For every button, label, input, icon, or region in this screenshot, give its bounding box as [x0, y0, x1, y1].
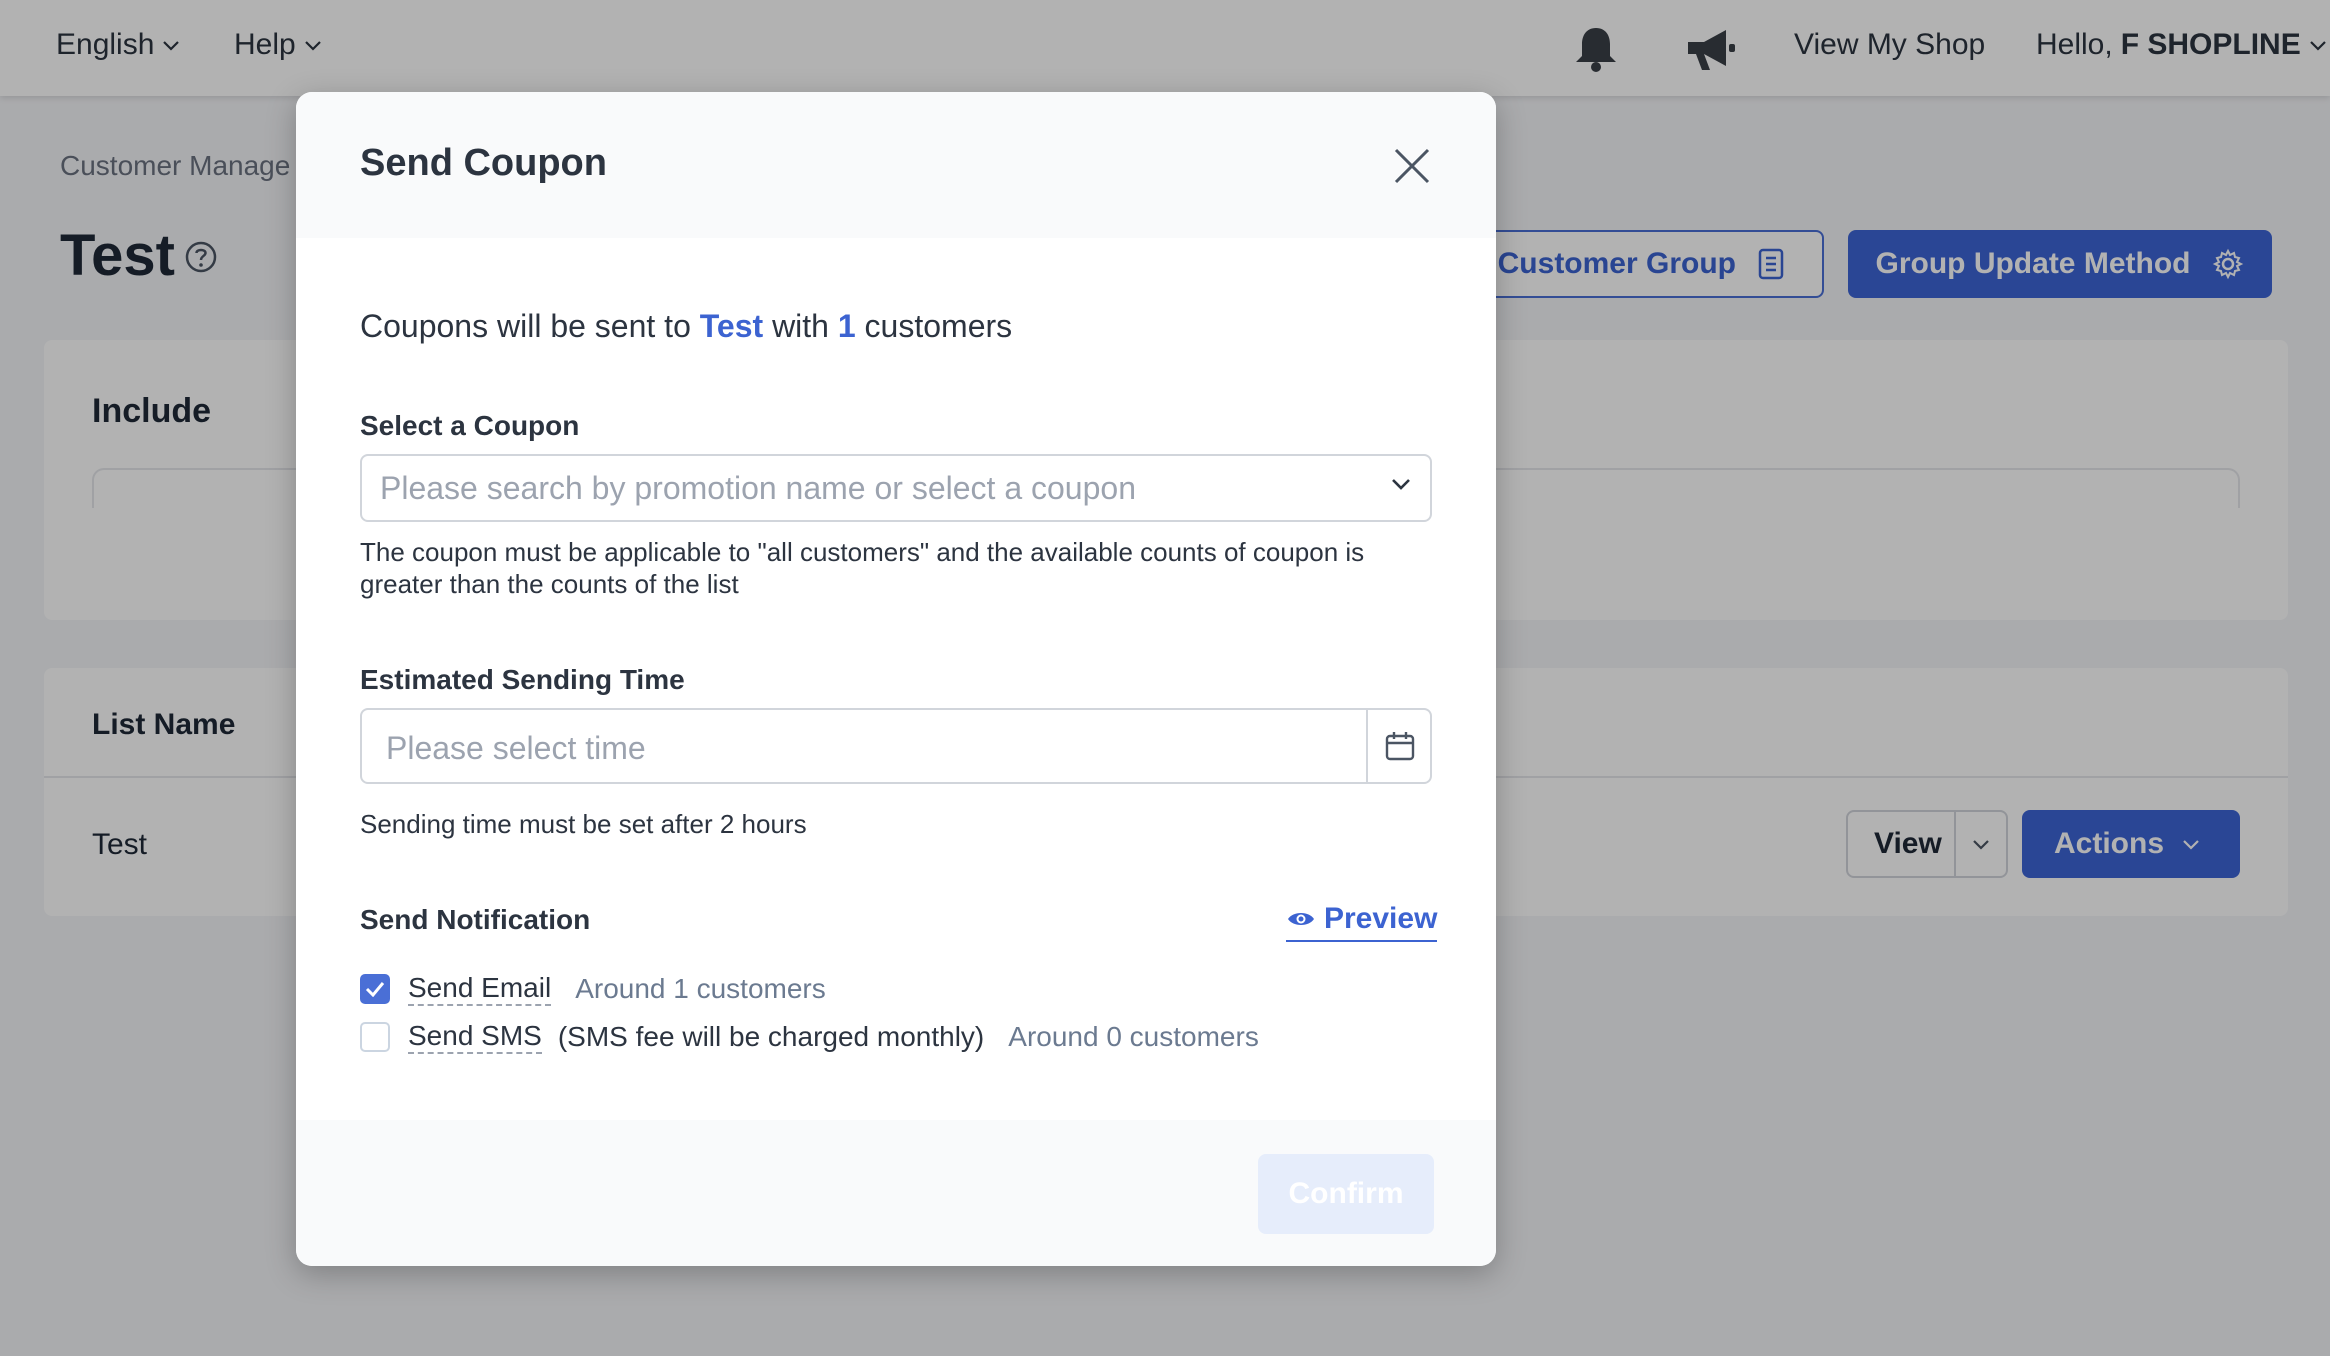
coupon-select[interactable]: Please search by promotion name or selec… — [360, 454, 1432, 522]
customer-count: 1 — [837, 308, 856, 344]
coupon-hint: The coupon must be applicable to "all cu… — [360, 537, 1365, 599]
sms-fee-note: (SMS fee will be charged monthly) — [557, 1021, 985, 1052]
calendar-icon[interactable] — [1384, 730, 1416, 762]
recipients-summary: Coupons will be sent to Test with 1 cust… — [360, 308, 1012, 345]
sending-time-picker[interactable]: Please select time — [360, 708, 1432, 784]
eye-icon — [1288, 913, 1314, 925]
checkmark-icon — [365, 982, 385, 997]
email-count: Around 1 customers — [575, 973, 826, 1004]
sending-time-label: Estimated Sending Time — [360, 664, 685, 695]
confirm-button[interactable]: Confirm — [1258, 1154, 1434, 1234]
coupon-placeholder: Please search by promotion name or selec… — [380, 469, 1136, 506]
intro-mid: with — [772, 308, 829, 344]
date-separator — [1366, 710, 1368, 782]
send-sms-checkbox[interactable] — [360, 1022, 390, 1052]
send-email-label[interactable]: Send Email — [408, 972, 552, 1006]
preview-link[interactable]: Preview — [1286, 902, 1438, 942]
intro-suffix: customers — [864, 308, 1013, 344]
group-name-link[interactable]: Test — [700, 308, 763, 344]
send-sms-option: Send SMS (SMS fee will be charged monthl… — [360, 1020, 1259, 1054]
intro-prefix: Coupons will be sent to — [360, 308, 691, 344]
modal-title: Send Coupon — [360, 142, 607, 184]
send-sms-label[interactable]: Send SMS — [408, 1020, 542, 1054]
close-icon[interactable] — [1390, 144, 1434, 188]
sending-time-hint: Sending time must be set after 2 hours — [360, 809, 807, 839]
modal-header: Send Coupon — [296, 92, 1496, 238]
sms-count: Around 0 customers — [1008, 1021, 1259, 1052]
send-email-checkbox[interactable] — [360, 974, 390, 1004]
send-coupon-modal: Send Coupon Coupons will be sent to Test… — [296, 92, 1496, 1266]
coupon-field-label: Select a Coupon — [360, 410, 580, 441]
send-notification-label: Send Notification — [360, 904, 591, 935]
preview-label: Preview — [1324, 902, 1438, 935]
time-placeholder: Please select time — [386, 730, 646, 766]
send-email-option: Send Email Around 1 customers — [360, 972, 826, 1006]
chevron-down-icon — [1392, 479, 1410, 490]
